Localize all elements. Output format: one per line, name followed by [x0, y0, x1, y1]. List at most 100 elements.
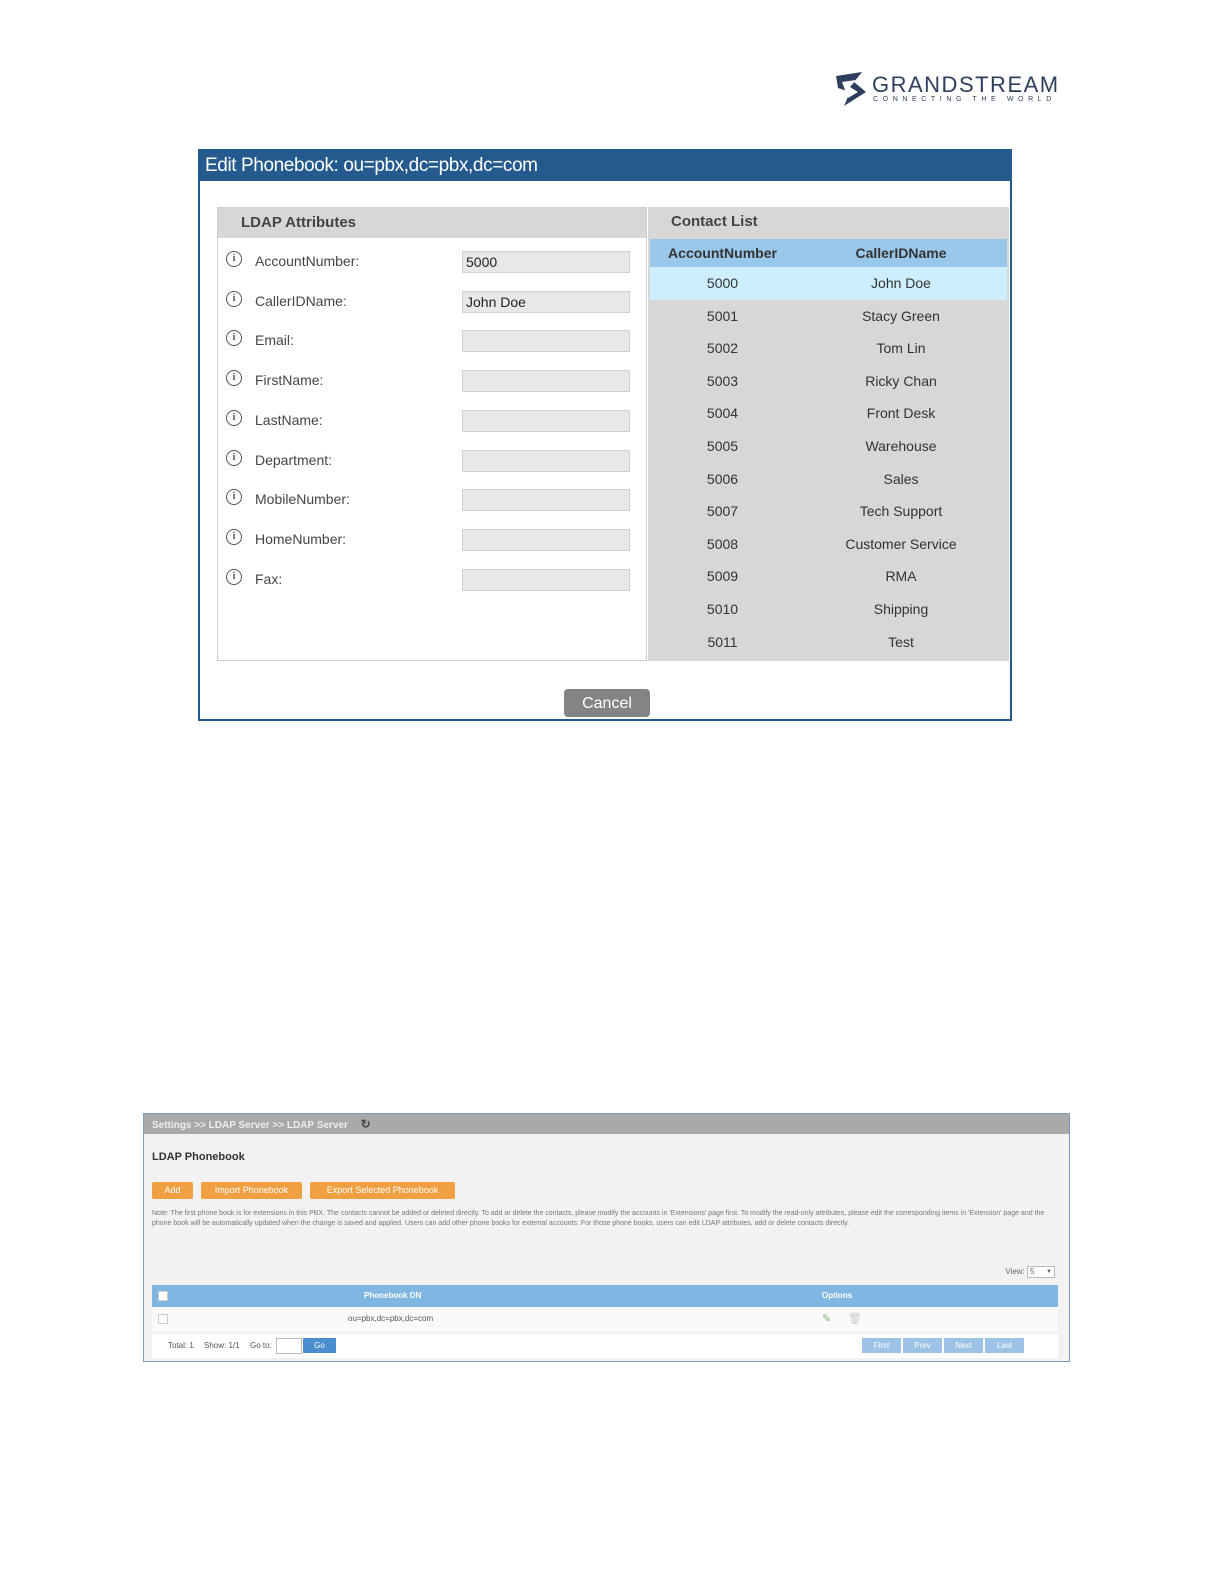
attribute-label: MobileNumber:: [255, 491, 350, 508]
contact-account-number: 5010: [706, 600, 739, 617]
ldap-phonebook-screen: Settings >> LDAP Server >> LDAP Server ↻…: [143, 1113, 1070, 1362]
attribute-row: i LastName:: [218, 406, 646, 436]
grandstream-swirl-icon: [836, 72, 866, 106]
contact-caller-id-name: Ricky Chan: [865, 372, 937, 389]
attribute-row: i FirstName:: [218, 366, 646, 396]
attribute-row: i HomeNumber:: [218, 525, 646, 555]
attribute-row: i AccountNumber: 5000: [218, 247, 646, 277]
goto-input[interactable]: [276, 1338, 302, 1354]
info-icon[interactable]: i: [226, 290, 242, 307]
dialog-title: Edit Phonebook: ou=pbx,dc=pbx,dc=com: [200, 151, 1010, 181]
row-checkbox[interactable]: [158, 1314, 168, 1324]
contact-caller-id-name: RMA: [885, 568, 917, 585]
grandstream-logo: GRANDSTREAM CONNECTING THE WORLD: [832, 70, 1072, 110]
edit-phonebook-dialog: Edit Phonebook: ou=pbx,dc=pbx,dc=com LDA…: [198, 149, 1012, 721]
info-icon[interactable]: i: [226, 568, 242, 585]
import-phonebook-button[interactable]: Import Phonebook: [201, 1182, 302, 1199]
attribute-label: LastName:: [255, 411, 323, 428]
attribute-input[interactable]: John Doe: [462, 290, 630, 313]
contact-account-number: 5002: [706, 340, 739, 357]
contact-caller-id-name: Front Desk: [866, 405, 936, 422]
info-icon[interactable]: i: [226, 528, 242, 545]
column-header-calleridname[interactable]: CallerIDName: [795, 239, 1007, 267]
contact-row[interactable]: 5003 Ricky Chan: [650, 365, 1007, 398]
contact-caller-id-name: Sales: [883, 470, 919, 487]
ldap-attributes-header: LDAP Attributes: [218, 208, 646, 238]
export-selected-phonebook-button[interactable]: Export Selected Phonebook: [310, 1182, 455, 1199]
attribute-input[interactable]: [462, 330, 630, 353]
go-button[interactable]: Go: [303, 1338, 336, 1353]
attribute-row: i MobileNumber:: [218, 485, 646, 515]
ldap-attributes-panel: LDAP Attributes i AccountNumber: 5000 i Call…: [217, 207, 647, 661]
column-header-options: Options: [822, 1291, 853, 1300]
attribute-label: AccountNumber:: [255, 253, 360, 269]
logo-tagline: CONNECTING THE WORLD: [873, 96, 1056, 103]
delete-icon[interactable]: 🗑: [848, 1307, 862, 1331]
attribute-input[interactable]: [462, 370, 630, 393]
contact-row[interactable]: 5011 Test: [650, 626, 1007, 659]
contact-caller-id-name: Test: [888, 633, 914, 650]
breadcrumb-bar: Settings >> LDAP Server >> LDAP Server ↻: [144, 1114, 1069, 1134]
attribute-row: i CallerIDName: John Doe: [218, 287, 646, 317]
page-title: LDAP Phonebook: [152, 1151, 245, 1163]
contact-account-number: 5001: [706, 307, 739, 324]
view-control: View: 5 ▼: [1005, 1266, 1055, 1278]
contact-row[interactable]: 5007 Tech Support: [650, 495, 1007, 528]
info-icon[interactable]: i: [226, 370, 242, 387]
contact-caller-id-name: Tom Lin: [876, 340, 926, 357]
column-header-accountnumber[interactable]: AccountNumber: [650, 239, 795, 267]
contact-row[interactable]: 5010 Shipping: [650, 593, 1007, 626]
attribute-row: i Fax:: [218, 565, 646, 595]
phonebook-table-header: Phonebook DN Options: [152, 1285, 1058, 1307]
contact-row[interactable]: 5002 Tom Lin: [650, 332, 1007, 365]
edit-icon[interactable]: ✎: [822, 1307, 831, 1331]
show-count: Show: 1/1: [204, 1341, 240, 1350]
attribute-input[interactable]: 5000: [462, 251, 630, 273]
contact-caller-id-name: Customer Service: [845, 535, 957, 552]
first-page-button[interactable]: First: [862, 1338, 901, 1353]
info-icon[interactable]: i: [226, 251, 242, 267]
next-page-button[interactable]: Next: [944, 1338, 983, 1353]
attribute-row: i Email:: [218, 326, 646, 356]
attribute-input[interactable]: [462, 568, 630, 591]
contact-account-number: 5007: [706, 503, 739, 520]
attribute-label: Fax:: [255, 570, 283, 587]
attribute-input[interactable]: [462, 528, 630, 551]
contact-row[interactable]: 5001 Stacy Green: [650, 300, 1007, 333]
attribute-label: CallerIDName:: [255, 292, 347, 309]
info-icon[interactable]: i: [226, 449, 242, 466]
contact-caller-id-name: Shipping: [873, 600, 929, 617]
cancel-button[interactable]: Cancel: [564, 689, 650, 717]
info-icon[interactable]: i: [226, 330, 242, 347]
contact-row[interactable]: 5000 John Doe: [650, 267, 1007, 300]
goto-label: Go to:: [250, 1341, 272, 1350]
breadcrumb[interactable]: Settings >> LDAP Server >> LDAP Server: [152, 1120, 348, 1131]
view-value: 5: [1030, 1267, 1035, 1276]
add-button[interactable]: Add: [152, 1182, 193, 1199]
attribute-label: Department:: [255, 451, 333, 468]
contact-caller-id-name: Tech Support: [859, 503, 943, 520]
contact-row[interactable]: 5006 Sales: [650, 463, 1007, 496]
phonebook-body: LDAP Phonebook Add Import Phonebook Expo…: [144, 1134, 1069, 1361]
contact-row[interactable]: 5008 Customer Service: [650, 528, 1007, 561]
last-page-button[interactable]: Last: [985, 1338, 1024, 1353]
view-select[interactable]: 5 ▼: [1027, 1266, 1055, 1278]
contact-row[interactable]: 5009 RMA: [650, 560, 1007, 593]
attribute-input[interactable]: [462, 489, 630, 512]
contact-row[interactable]: 5005 Warehouse: [650, 430, 1007, 463]
attribute-input[interactable]: [462, 409, 630, 432]
attribute-input[interactable]: [462, 449, 630, 472]
contact-account-number: 5004: [706, 405, 739, 422]
contact-account-number: 5003: [706, 372, 739, 389]
contact-row[interactable]: 5004 Front Desk: [650, 397, 1007, 430]
contact-list-panel: Contact List AccountNumber CallerIDName …: [648, 207, 1009, 661]
phonebook-note: Note: The first phone book is for extens…: [152, 1210, 1045, 1227]
info-icon[interactable]: i: [226, 409, 242, 426]
attribute-label: FirstName:: [255, 372, 324, 389]
prev-page-button[interactable]: Prev: [903, 1338, 942, 1353]
info-icon[interactable]: i: [226, 489, 242, 506]
select-all-checkbox[interactable]: [158, 1291, 168, 1301]
refresh-icon[interactable]: ↻: [361, 1114, 371, 1134]
contact-account-number: 5005: [706, 437, 739, 454]
contact-account-number: 5000: [706, 275, 739, 291]
